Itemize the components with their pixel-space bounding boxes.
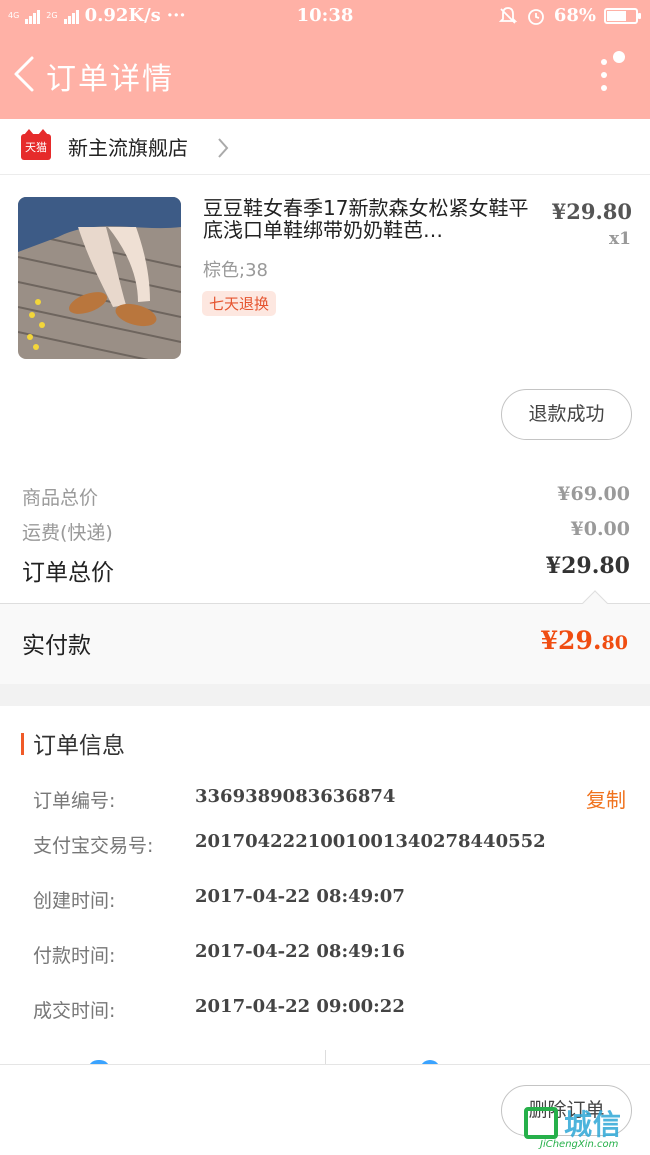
product-quantity: x1 (609, 229, 631, 249)
goods-total-label: 商品总价 (22, 487, 99, 509)
created-time: 2017-04-22 08:49:07 (195, 886, 405, 907)
order-number: 3369389083636874 (195, 786, 396, 807)
actual-payment-main: ¥29. (540, 626, 602, 655)
actual-payment-box: 实付款 ¥29.80 (0, 590, 650, 684)
actual-payment-label: 实付款 (22, 633, 91, 659)
mute-bell-icon (498, 6, 518, 24)
section-title: 订单信息 (33, 733, 125, 759)
info-label: 支付宝交易号: (33, 835, 154, 857)
actual-payment-value: ¥29.80 (541, 626, 628, 655)
shipping-label: 运费(快递) (22, 522, 113, 544)
status-bar: 4G 2G 0.92K/s ··· 10:38 68% (0, 0, 650, 32)
order-total-label: 订单总价 (22, 560, 114, 586)
tmall-badge: 天猫 (21, 129, 51, 160)
order-card: 天猫 新主流旗舰店 豆豆鞋女春季17新款森女松紧女鞋平底浅口单鞋绑带奶奶鞋芭… … (0, 119, 650, 684)
back-arrow-icon[interactable] (10, 54, 40, 94)
info-label: 订单编号: (33, 790, 116, 812)
paid-time: 2017-04-22 08:49:16 (195, 941, 405, 962)
actual-payment-cents: 80 (601, 632, 628, 654)
product-price: ¥29.80 (551, 199, 632, 224)
shop-name: 新主流旗舰店 (68, 136, 188, 160)
order-info-section: 订单信息 订单编号: 3369389083636874 复制 支付宝交易号: 2… (0, 706, 650, 1064)
alarm-icon (527, 8, 544, 25)
refund-status-button[interactable]: 退款成功 (501, 389, 632, 440)
chevron-right-icon (218, 138, 229, 158)
section-accent-bar (21, 733, 24, 755)
order-total-value: ¥29.80 (545, 553, 630, 579)
watermark-box-icon (524, 1107, 558, 1139)
status-right: 68% (498, 5, 641, 26)
return-policy-tag: 七天退换 (202, 291, 277, 316)
contact-row-cutoff (0, 1050, 650, 1064)
nav-bar: 订单详情 (0, 32, 650, 119)
divider (325, 1050, 326, 1064)
product-image[interactable] (18, 197, 181, 359)
watermark-logo: 城信 JiChengXin.com (524, 1103, 646, 1153)
pay-box-notch (582, 590, 608, 616)
product-sku: 棕色;38 (203, 260, 268, 281)
more-menu-icon[interactable] (600, 50, 630, 100)
info-label: 付款时间: (33, 945, 116, 967)
completed-time: 2017-04-22 09:00:22 (195, 996, 405, 1017)
battery-level (607, 10, 627, 21)
shop-row[interactable]: 天猫 新主流旗舰店 (0, 119, 650, 175)
info-label: 创建时间: (33, 890, 116, 912)
shipping-value: ¥0.00 (570, 518, 631, 540)
battery-percent: 68% (553, 5, 596, 26)
goods-total-value: ¥69.00 (557, 483, 630, 505)
info-label: 成交时间: (33, 1000, 116, 1022)
battery-icon (604, 7, 641, 24)
copy-button[interactable]: 复制 (586, 784, 626, 813)
bottom-action-bar: 删除订单 城信 JiChengXin.com (0, 1064, 650, 1155)
watermark-en: JiChengXin.com (540, 1139, 619, 1150)
alipay-trade-number: 2017042221001001340278440552 (195, 831, 546, 852)
watermark-cn: 城信 (564, 1108, 623, 1141)
product-title[interactable]: 豆豆鞋女春季17新款森女松紧女鞋平底浅口单鞋绑带奶奶鞋芭… (203, 197, 533, 241)
page-title: 订单详情 (46, 62, 174, 97)
